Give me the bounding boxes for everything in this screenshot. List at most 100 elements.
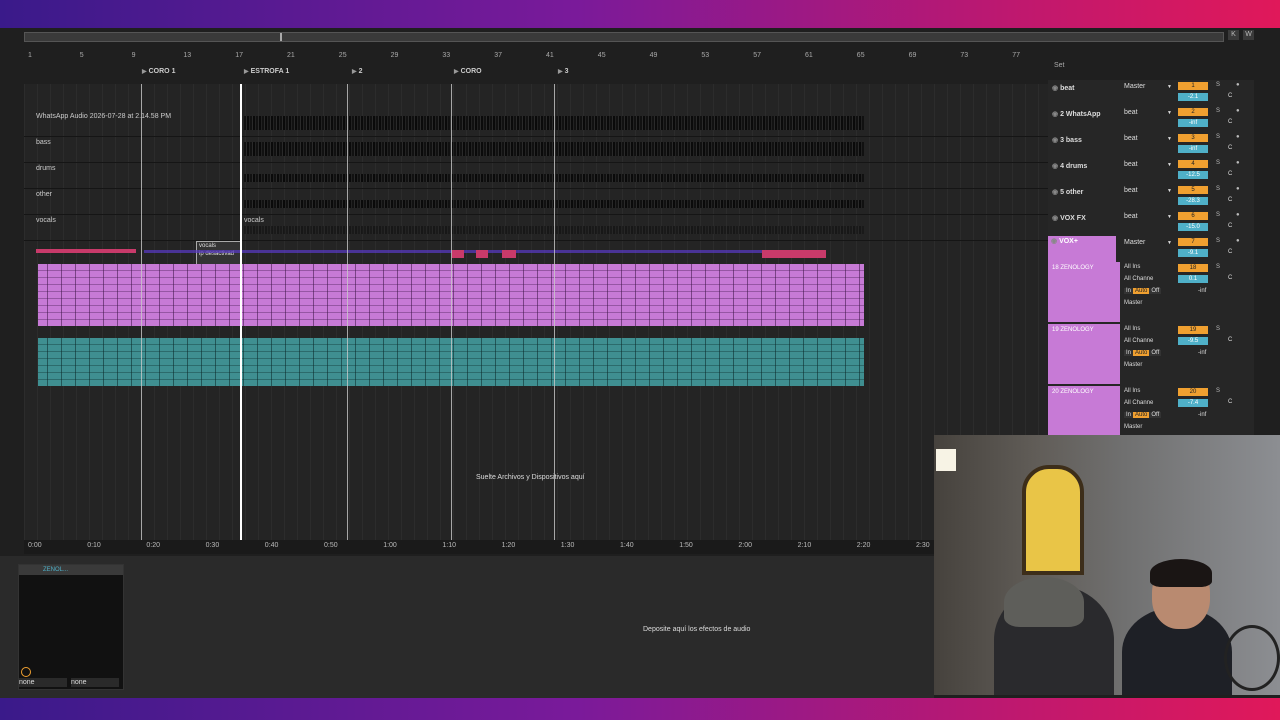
monitor-auto-button[interactable]: Auto — [1133, 412, 1150, 418]
device-select-2[interactable]: none — [71, 678, 119, 687]
solo-button[interactable]: S — [1216, 82, 1220, 88]
arrangement-overview[interactable] — [24, 32, 1224, 42]
output-select[interactable]: Master — [1124, 362, 1142, 368]
monitor-off-button[interactable]: Off — [1149, 350, 1162, 356]
device-view[interactable]: ZENOL... none none Deposite aquí los efe… — [0, 556, 934, 698]
mixer-track-2[interactable]: 3 bass beat 3 -inf S C ● — [1048, 132, 1254, 159]
track-name[interactable]: 19 ZENOLOGY — [1052, 327, 1094, 333]
track-activator[interactable]: 5 — [1178, 186, 1208, 194]
time-ruler[interactable]: 0:00 0:10 0:20 0:30 0:40 0:50 1:00 1:10 1:20 1:30… — [24, 540, 936, 554]
monitor-auto-button[interactable]: Auto — [1133, 288, 1150, 294]
volume-field[interactable]: -inf — [1178, 145, 1208, 153]
solo-button[interactable]: S — [1216, 388, 1220, 394]
pan-center[interactable]: C — [1228, 145, 1232, 151]
arm-icon[interactable]: ● — [1236, 108, 1240, 114]
output-routing-select[interactable]: Master — [1124, 83, 1172, 90]
mixer-track-5[interactable]: VOX FX beat 6 -15.0 S C ● — [1048, 210, 1254, 237]
track-name[interactable]: 20 ZENOLOGY — [1052, 389, 1094, 395]
mixer-track-4[interactable]: 5 other beat 5 -28.3 S C ● — [1048, 184, 1254, 211]
mixer-zenology-1[interactable]: 19 ZENOLOGY All Ins All Channe In Auto Off Mas… — [1048, 324, 1254, 387]
track-activator[interactable]: 7 — [1178, 238, 1208, 246]
volume-field[interactable]: -inf — [1178, 119, 1208, 127]
volume-field[interactable]: -28.3 — [1178, 197, 1208, 205]
volume-field[interactable]: -7.4 — [1178, 399, 1208, 407]
volume-field[interactable]: -9.5 — [1178, 337, 1208, 345]
vocals-clip-selected[interactable]: vocals ip desactivad — [196, 241, 242, 265]
vox-clip[interactable] — [452, 250, 464, 258]
vox-clip[interactable] — [762, 250, 826, 258]
monitor-auto-button[interactable]: Auto — [1133, 350, 1150, 356]
lane-vocals[interactable]: vocals vocals — [24, 214, 1048, 241]
arm-icon[interactable]: ● — [1236, 82, 1240, 88]
mixer-track-6[interactable]: VOX+ Master 7 -9.1 S C ● — [1048, 236, 1254, 263]
arm-icon[interactable]: ● — [1236, 160, 1240, 166]
device-power-icon[interactable] — [21, 667, 31, 677]
mixer-track-0[interactable]: beat Master 1 -2.1 S C ● — [1048, 80, 1254, 107]
lane-bass[interactable]: bass — [24, 136, 1048, 163]
vox-clip[interactable] — [502, 250, 516, 258]
device-select-1[interactable]: none — [19, 678, 67, 687]
pan-center[interactable]: C — [1228, 171, 1232, 177]
pan-center[interactable]: C — [1228, 93, 1232, 99]
track-activator[interactable]: 3 — [1178, 134, 1208, 142]
bar-ruler[interactable]: 1 5 9 13 17 21 25 29 33 37 41 45 49 53 57 61 65 69 73 77 — [24, 52, 1048, 64]
overview-k-button[interactable]: K — [1228, 30, 1239, 40]
track-name[interactable]: 18 ZENOLOGY — [1052, 265, 1094, 271]
output-select[interactable]: Master — [1124, 424, 1142, 430]
output-routing-select[interactable]: beat — [1124, 161, 1172, 168]
track-name[interactable]: 2 WhatsApp — [1052, 110, 1100, 118]
locator-3[interactable]: CORO — [454, 68, 482, 75]
output-routing-select[interactable]: beat — [1124, 109, 1172, 116]
overview-w-button[interactable]: W — [1243, 30, 1254, 40]
monitor-off-button[interactable]: Off — [1149, 412, 1162, 418]
solo-button[interactable]: S — [1216, 186, 1220, 192]
input-channel-select[interactable]: All Channe — [1124, 400, 1153, 406]
arm-icon[interactable]: ● — [1236, 238, 1240, 244]
locator-2[interactable]: 2 — [352, 68, 363, 75]
solo-button[interactable]: S — [1216, 238, 1220, 244]
vox-fx-clip[interactable] — [36, 249, 136, 253]
playhead[interactable] — [240, 84, 242, 544]
pan-center[interactable]: C — [1228, 197, 1232, 203]
device-title[interactable]: ZENOL... — [19, 565, 123, 575]
output-routing-select[interactable]: beat — [1124, 213, 1172, 220]
monitor-off-button[interactable]: Off — [1149, 288, 1162, 294]
solo-button[interactable]: S — [1216, 160, 1220, 166]
monitor-in-button[interactable]: In — [1124, 350, 1134, 356]
lane-drums[interactable]: drums — [24, 162, 1048, 189]
arm-icon[interactable]: ● — [1236, 212, 1240, 218]
solo-button[interactable]: S — [1216, 326, 1220, 332]
arrangement-view[interactable]: WhatsApp Audio 2026-07-28 at 2.14.58 PM … — [24, 84, 1048, 544]
track-name[interactable]: 4 drums — [1052, 162, 1087, 170]
monitor-in-button[interactable]: In — [1124, 412, 1134, 418]
track-activator[interactable]: 2 — [1178, 108, 1208, 116]
input-channel-select[interactable]: All Channe — [1124, 276, 1153, 282]
input-type-select[interactable]: All Ins — [1124, 388, 1140, 394]
set-button[interactable]: Set — [1054, 62, 1065, 69]
track-activator[interactable]: 20 — [1178, 388, 1208, 396]
arm-icon[interactable]: ● — [1236, 186, 1240, 192]
volume-field[interactable]: -12.5 — [1178, 171, 1208, 179]
solo-button[interactable]: S — [1216, 264, 1220, 270]
output-routing-select[interactable]: beat — [1124, 135, 1172, 142]
solo-button[interactable]: S — [1216, 134, 1220, 140]
lane-other[interactable]: other — [24, 188, 1048, 215]
input-type-select[interactable]: All Ins — [1124, 264, 1140, 270]
locator-1[interactable]: ESTROFA 1 — [244, 68, 290, 75]
track-activator[interactable]: 6 — [1178, 212, 1208, 220]
track-activator[interactable]: 19 — [1178, 326, 1208, 334]
zenology-device[interactable]: ZENOL... none none — [18, 564, 124, 690]
locator-4[interactable]: 3 — [558, 68, 569, 75]
mixer-zenology-0[interactable]: 18 ZENOLOGY All Ins All Channe In Auto Off Mas… — [1048, 262, 1254, 325]
output-select[interactable]: Master — [1124, 300, 1142, 306]
output-routing-select[interactable]: Master — [1124, 239, 1172, 246]
lane-whatsapp[interactable]: WhatsApp Audio 2026-07-28 at 2.14.58 PM — [24, 110, 1048, 137]
input-channel-select[interactable]: All Channe — [1124, 338, 1153, 344]
pan-center[interactable]: C — [1228, 399, 1232, 405]
arm-icon[interactable]: ● — [1236, 134, 1240, 140]
track-name[interactable]: 3 bass — [1052, 136, 1082, 144]
mixer-track-1[interactable]: 2 WhatsApp beat 2 -inf S C ● — [1048, 106, 1254, 133]
input-type-select[interactable]: All Ins — [1124, 326, 1140, 332]
track-name[interactable]: 5 other — [1052, 188, 1083, 196]
monitor-in-button[interactable]: In — [1124, 288, 1134, 294]
